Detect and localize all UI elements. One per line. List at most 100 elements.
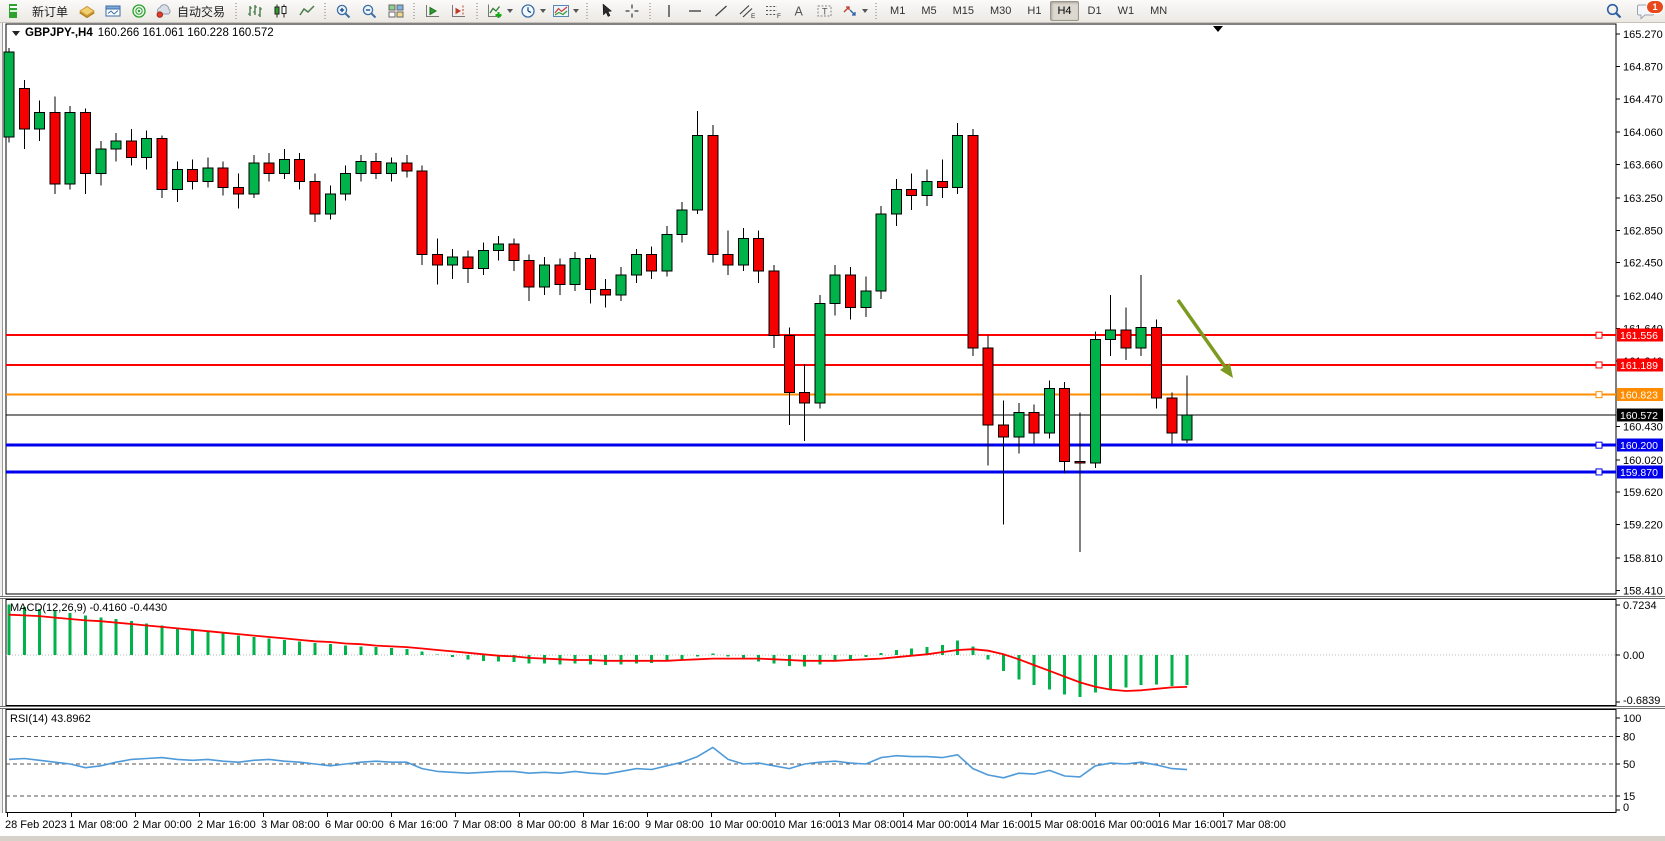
time-axis-tick [455,813,456,817]
svg-text:-0.6839: -0.6839 [1623,695,1660,706]
timeframe-m30-button[interactable]: M30 [983,1,1018,21]
svg-text:161.556: 161.556 [1620,330,1658,342]
arrow-tools-button[interactable] [838,0,871,22]
indicators-button[interactable] [483,0,516,22]
svg-text:0.00: 0.00 [1623,650,1644,662]
horizontal-line-icon[interactable] [682,0,708,22]
time-axis-tick [647,813,648,817]
svg-text:158.810: 158.810 [1623,553,1663,565]
time-axis-tick [775,813,776,817]
svg-text:E: E [751,13,756,19]
time-axis-tick [71,813,72,817]
periods-button[interactable] [516,0,549,22]
time-label: 28 Feb 2023 [5,819,67,831]
line-handle-icon[interactable] [1596,469,1602,475]
svg-text:160.020: 160.020 [1623,455,1663,467]
trendline-icon[interactable] [708,0,734,22]
time-axis-tick [263,813,264,817]
text-tool-icon[interactable]: A [786,0,812,22]
label-tool-icon[interactable]: T [812,0,838,22]
time-axis-tick [1159,813,1160,817]
rsi-panel: 1008050150 [0,709,1665,813]
time-axis-tick [135,813,136,817]
svg-text:100: 100 [1623,713,1641,725]
toolbar-buttons: 新订单 自动交易 EFAT M1M5M15M30H1H4D1W1MN [0,0,1175,22]
time-label: 10 Mar 16:00 [773,819,838,831]
toolbar-group-separator [412,3,417,19]
line-handle-icon[interactable] [1596,392,1602,398]
time-label: 8 Mar 00:00 [517,819,576,831]
toolbar-group-separator [323,3,328,19]
timeframe-m1-button[interactable]: M1 [883,1,912,21]
time-axis[interactable]: 28 Feb 20231 Mar 08:002 Mar 00:002 Mar 1… [0,813,1665,836]
data-window-icon[interactable] [100,0,126,22]
time-axis-tick [327,813,328,817]
chevron-down-icon[interactable] [507,9,513,13]
timeframe-w1-button[interactable]: W1 [1111,1,1142,21]
time-label: 3 Mar 08:00 [261,819,320,831]
time-label: 1 Mar 08:00 [69,819,128,831]
svg-text:162.450: 162.450 [1623,258,1663,270]
toolbar: 新订单 自动交易 EFAT M1M5M15M30H1H4D1W1MN 1 [0,0,1665,23]
line-chart-icon[interactable] [294,0,320,22]
zoom-out-icon[interactable] [357,0,383,22]
chevron-down-icon[interactable] [540,9,546,13]
timeframe-m5-button[interactable]: M5 [914,1,943,21]
time-label: 6 Mar 16:00 [389,819,448,831]
chevron-down-icon[interactable] [862,9,868,13]
timeframe-m15-button[interactable]: M15 [946,1,981,21]
search-icon[interactable] [1601,0,1627,22]
time-label: 15 Mar 08:00 [1029,819,1094,831]
svg-text:160.430: 160.430 [1623,422,1663,434]
svg-text:0.7234: 0.7234 [1623,600,1657,612]
time-axis-tick [583,813,584,817]
chat-icon[interactable]: 1 [1633,0,1659,22]
toolbar-group-separator [585,3,590,19]
chart-menu-arrow-icon[interactable] [12,31,20,36]
bar-chart-icon[interactable] [242,0,268,22]
svg-text:50: 50 [1623,759,1635,771]
toolbar-right: 1 [1601,0,1659,22]
candlestick-chart-icon[interactable] [268,0,294,22]
autotrading-button-label: 自动交易 [174,3,228,20]
time-label: 10 Mar 00:00 [709,819,774,831]
timeframe-h4-button[interactable]: H4 [1050,1,1078,21]
timeframe-mn-button[interactable]: MN [1143,1,1174,21]
timeframe-d1-button[interactable]: D1 [1081,1,1109,21]
market-watch-icon[interactable] [74,0,100,22]
fibonacci-icon[interactable]: F [760,0,786,22]
svg-text:0: 0 [1623,802,1629,813]
main-plot-border [6,24,1616,594]
crosshair-icon[interactable] [619,0,645,22]
vertical-line-icon[interactable] [656,0,682,22]
svg-text:160.572: 160.572 [1620,410,1658,422]
time-axis-tick [391,813,392,817]
svg-text:160.823: 160.823 [1620,390,1658,402]
timeframe-h1-button[interactable]: H1 [1020,1,1048,21]
svg-text:80: 80 [1623,731,1635,743]
zoom-in-icon[interactable] [331,0,357,22]
time-axis-tick [967,813,968,817]
new-order-button[interactable]: 新订单 [26,0,74,22]
toolbar-group-separator [648,3,653,19]
cursor-icon[interactable] [593,0,619,22]
toolbar-group-separator [234,3,239,19]
navigator-icon[interactable] [126,0,152,22]
tile-windows-icon[interactable] [383,0,409,22]
toolbar-group-separator [874,3,879,19]
time-axis-tick [903,813,904,817]
new-chart-icon[interactable] [0,0,26,22]
equidistant-channel-icon[interactable]: E [734,0,760,22]
chevron-down-icon[interactable] [573,9,579,13]
line-handle-icon[interactable] [1596,362,1602,368]
macd-axis: 0.7234 0.00 -0.6839 [1616,600,1660,706]
autotrading-button[interactable]: 自动交易 [152,0,231,22]
line-handle-icon[interactable] [1596,332,1602,338]
new-order-button-label: 新订单 [29,3,71,20]
line-handle-icon[interactable] [1596,442,1602,448]
templates-button[interactable] [549,0,582,22]
time-axis-tick [1031,813,1032,817]
time-label: 17 Mar 08:00 [1221,819,1286,831]
chart-shift-icon[interactable] [446,0,472,22]
auto-scroll-icon[interactable] [420,0,446,22]
